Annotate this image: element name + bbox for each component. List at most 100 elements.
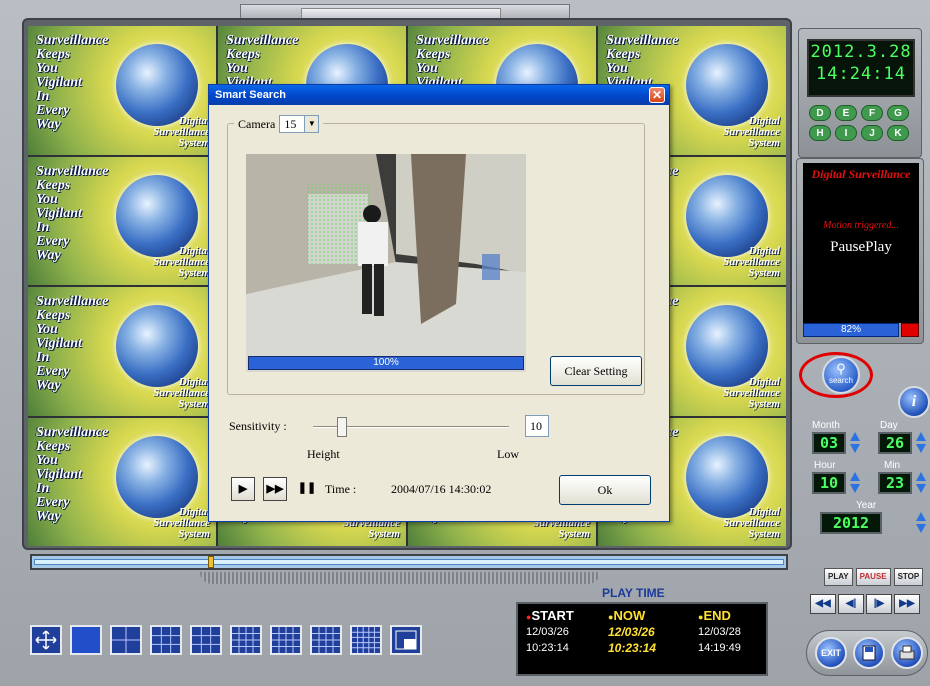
day-label: Day bbox=[880, 420, 898, 431]
hour-spinner[interactable] bbox=[850, 472, 860, 494]
group-key-i[interactable]: I bbox=[835, 125, 857, 141]
up-arrow-icon bbox=[916, 512, 926, 521]
group-key-f[interactable]: F bbox=[861, 105, 883, 121]
group-key-d[interactable]: D bbox=[809, 105, 831, 121]
camera-select-value: 15 bbox=[284, 116, 297, 131]
print-icon bbox=[899, 645, 915, 660]
action-buttons: EXIT bbox=[806, 630, 928, 676]
sensitivity-thumb[interactable] bbox=[337, 417, 347, 437]
layout-pip-button[interactable] bbox=[390, 625, 422, 655]
fast-play-button[interactable]: ▶▶ bbox=[263, 477, 287, 501]
frame-nav-buttons: ◀◀ ◀| |▶ ▶▶ bbox=[810, 594, 920, 614]
camera-tile[interactable]: Surveillance Keeps You Vigilant In Every… bbox=[28, 26, 216, 155]
step-forward-button[interactable]: |▶ bbox=[866, 594, 892, 614]
stop-button[interactable]: STOP bbox=[893, 568, 924, 586]
search-button[interactable]: ⚲ search bbox=[822, 356, 860, 394]
layout-9a-button[interactable] bbox=[150, 625, 182, 655]
layout-16a-button[interactable] bbox=[230, 625, 262, 655]
tile-brand: Digital Surveillance System bbox=[723, 506, 780, 540]
record-indicator bbox=[901, 323, 919, 337]
play-button[interactable]: PLAY bbox=[824, 568, 853, 586]
tile-brand: Digital Surveillance System bbox=[723, 245, 780, 279]
tile-brand: Digital Surveillance System bbox=[153, 114, 210, 149]
info-button[interactable]: i bbox=[898, 386, 930, 418]
pause-button[interactable]: ❚❚ bbox=[295, 477, 319, 501]
play-button[interactable]: ▶ bbox=[231, 477, 255, 501]
fast-forward-button[interactable]: ▶▶ bbox=[894, 594, 920, 614]
layout-16c-button[interactable] bbox=[310, 625, 342, 655]
timeline-handle[interactable] bbox=[208, 556, 214, 568]
start-time: 10:23:14 bbox=[526, 642, 569, 654]
tile-slogan: Surveillance Keeps You Vigilant In Every… bbox=[36, 163, 109, 263]
globe-icon bbox=[116, 44, 198, 126]
camera-group: Camera 15 ▼ 100% Clear Setting bbox=[227, 115, 645, 395]
dialog-title: Smart Search bbox=[209, 85, 669, 105]
year-spinner[interactable] bbox=[916, 512, 926, 534]
status-mode: PausePlay bbox=[830, 239, 892, 255]
group-key-j[interactable]: J bbox=[861, 125, 883, 141]
tile-slogan: Surveillance Keeps You Vigilant In Every… bbox=[36, 424, 109, 524]
min-value[interactable]: 23 bbox=[878, 472, 912, 494]
end-label: END bbox=[703, 608, 731, 623]
bottom-grip bbox=[200, 572, 600, 584]
grid-layout-icon bbox=[35, 630, 57, 650]
sensitivity-value[interactable]: 10 bbox=[525, 415, 549, 437]
exit-button[interactable]: EXIT bbox=[815, 637, 847, 669]
save-icon bbox=[862, 645, 876, 661]
playtime-end: ●END 12/03/28 14:19:49 bbox=[698, 608, 780, 655]
down-arrow-icon bbox=[850, 484, 860, 493]
layout-quad-button[interactable] bbox=[110, 625, 142, 655]
layout-9b-button[interactable] bbox=[190, 625, 222, 655]
ok-button[interactable]: Ok bbox=[559, 475, 651, 505]
group-key-e[interactable]: E bbox=[835, 105, 857, 121]
group-key-g[interactable]: G bbox=[887, 105, 909, 121]
layout-25-button[interactable] bbox=[350, 625, 382, 655]
now-time: 10:23:14 bbox=[608, 641, 657, 655]
camera-select[interactable]: 15 ▼ bbox=[279, 115, 320, 133]
month-value[interactable]: 03 bbox=[812, 432, 846, 454]
playtime-panel: PLAY TIME ●START 12/03/26 10:23:14 ●NOW … bbox=[514, 586, 768, 680]
close-icon[interactable]: ✕ bbox=[649, 87, 665, 103]
clear-setting-button[interactable]: Clear Setting bbox=[550, 356, 642, 386]
camera-preview bbox=[246, 154, 526, 372]
timeline-track bbox=[34, 559, 784, 565]
tile-slogan: Surveillance Keeps You Vigilant In Every… bbox=[36, 294, 109, 393]
grid-layout-icon bbox=[232, 627, 260, 653]
grid-layout-icon bbox=[112, 627, 140, 653]
low-label: Low bbox=[497, 447, 519, 461]
hour-label: Hour bbox=[814, 460, 836, 471]
day-value[interactable]: 26 bbox=[878, 432, 912, 454]
camera-tile[interactable]: Surveillance Keeps You Vigilant In Every… bbox=[28, 417, 216, 546]
layout-fit-button[interactable] bbox=[30, 625, 62, 655]
min-spinner[interactable] bbox=[916, 472, 926, 494]
step-back-button[interactable]: ◀| bbox=[838, 594, 864, 614]
month-spinner[interactable] bbox=[850, 432, 860, 454]
day-spinner[interactable] bbox=[916, 432, 926, 454]
time-value: 2004/07/16 14:30:02 bbox=[391, 482, 492, 496]
camera-tile[interactable]: Surveillance Keeps You Vigilant In Every… bbox=[28, 156, 216, 285]
status-message: Motion triggered... bbox=[823, 220, 899, 231]
layout-16b-button[interactable] bbox=[270, 625, 302, 655]
timeline-slider[interactable] bbox=[30, 554, 788, 570]
preview-image bbox=[246, 154, 526, 372]
hour-value[interactable]: 10 bbox=[812, 472, 846, 494]
save-button[interactable] bbox=[853, 637, 885, 669]
group-key-h[interactable]: H bbox=[809, 125, 831, 141]
status-progress: 82% bbox=[803, 323, 899, 337]
tile-brand: Digital Surveillance System bbox=[723, 114, 780, 149]
smart-search-dialog: Smart Search ✕ Camera 15 ▼ 100% Clear Se… bbox=[208, 84, 670, 522]
playtime-screen: ●START 12/03/26 10:23:14 ●NOW 12/03/26 1… bbox=[516, 602, 768, 676]
now-label: NOW bbox=[613, 608, 646, 623]
year-value[interactable]: 2012 bbox=[820, 512, 882, 534]
grid-layout-icon bbox=[352, 627, 380, 653]
tile-slogan: Surveillance Keeps You Vigilant In Every… bbox=[36, 33, 109, 132]
status-title: Digital Surveillance bbox=[811, 167, 911, 181]
group-key-k[interactable]: K bbox=[887, 125, 909, 141]
camera-tile[interactable]: Surveillance Keeps You Vigilant In Every… bbox=[28, 287, 216, 416]
pause-button[interactable]: PAUSE bbox=[855, 568, 891, 586]
print-button[interactable] bbox=[891, 637, 923, 669]
rewind-button[interactable]: ◀◀ bbox=[810, 594, 836, 614]
playtime-start: ●START 12/03/26 10:23:14 bbox=[526, 608, 608, 655]
layout-single-button[interactable] bbox=[70, 625, 102, 655]
start-label: START bbox=[531, 608, 574, 623]
